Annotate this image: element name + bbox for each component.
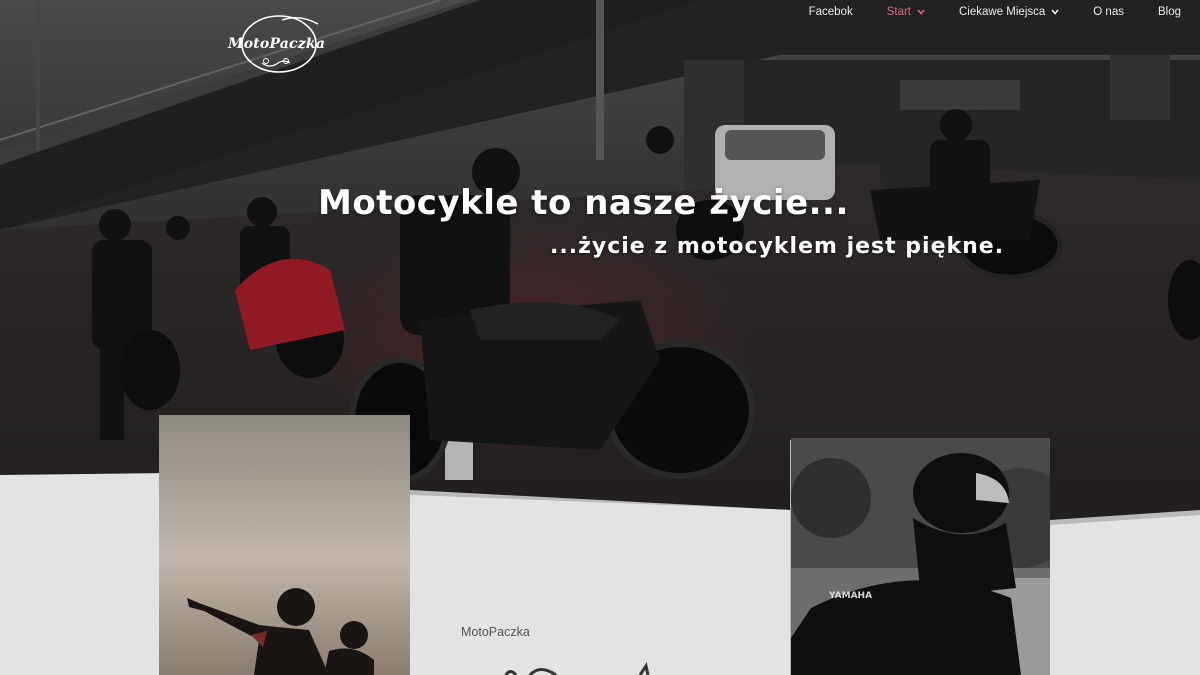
main-navigation: Facebok Start Ciekawe Miejsca O nas Blog [809,0,1200,24]
chevron-down-icon [917,9,925,15]
section-brand-label: MotoPaczka [461,625,530,639]
logo-text: MotoPaczka [228,36,326,52]
nav-item-facebook[interactable]: Facebok [809,6,853,18]
hero-headline: Motocykle to nasze życie... [318,183,849,223]
silhouette-photo [159,415,410,675]
nav-item-blog[interactable]: Blog [1158,6,1181,18]
nav-item-ciekawe-miejsca[interactable]: Ciekawe Miejsca [959,6,1059,18]
nav-item-label: Facebok [808,6,853,18]
nav-item-label: Blog [1157,6,1181,18]
nav-item-label: O nas [1093,6,1124,18]
section-heading-partial [500,660,660,675]
hero-subheadline: ...życie z motocyklem jest piękne. [550,234,1005,259]
site-logo[interactable]: MotoPaczka [222,14,332,76]
chevron-down-icon [1051,9,1059,15]
nav-item-label: Ciekawe Miejsca [959,6,1046,18]
rider-helmet-photo: YAMAHA [791,438,1050,675]
yamaha-logo-text: YAMAHA [828,591,872,601]
nav-item-label: Start [886,6,911,18]
nav-item-o-nas[interactable]: O nas [1093,6,1124,18]
nav-item-start[interactable]: Start [887,6,925,18]
